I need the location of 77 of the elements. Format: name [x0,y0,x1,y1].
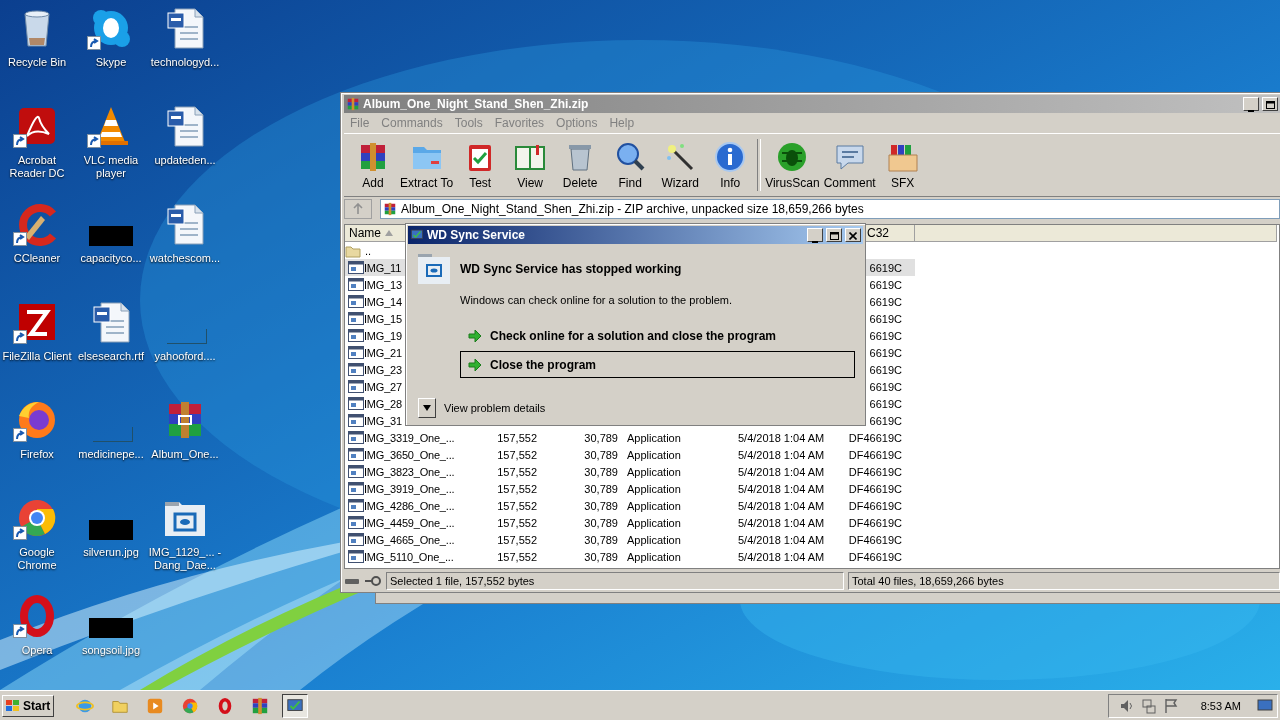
table-cell: 6619C [869,363,902,376]
table-cell: 157,552 [497,499,537,512]
table-cell: DF46619C [848,499,902,512]
status-text: Total 40 files, 18,659,266 bytes [848,571,1280,590]
table-cell: DF46619C [848,482,902,495]
table-cell: 6619C [869,397,902,410]
table-cell: 157,552 [497,533,537,546]
table-cell: DF46619C [848,550,902,563]
table-cell: IMG_4665_One_... [364,533,455,546]
table-cell: 30,789 [584,431,618,444]
table-cell: Application [627,550,681,563]
table-cell: 5/4/2018 1:04 AM [738,550,825,563]
table-cell: DF46619C [848,465,902,478]
table-cell: 5/4/2018 1:04 AM [738,533,825,546]
table-cell: Application [627,533,681,546]
table-cell: IMG_3319_One_... [364,431,455,444]
table-cell: 6619C [869,329,902,342]
table-cell: IMG_3823_One_... [364,465,455,478]
table-cell: Application [627,465,681,478]
table-cell: Application [627,448,681,461]
dialog-heading: WD Sync Service has stopped working [460,262,682,276]
table-cell: IMG_28 [364,397,402,410]
table-cell: IMG_19 [364,329,402,342]
table-cell: IMG_23 [364,363,402,376]
table-cell: DF46619C [848,533,902,546]
table-cell: 30,789 [584,499,618,512]
table-cell: IMG_3650_One_... [364,448,455,461]
table-cell: IMG_11 [364,261,402,274]
table-cell: 30,789 [584,448,618,461]
table-cell: Application [627,431,681,444]
table-cell: IMG_4459_One_... [364,516,455,529]
table-cell: IMG_27 [364,380,402,393]
table-cell: 6619C [869,380,902,393]
table-cell: 30,789 [584,465,618,478]
table-cell: 30,789 [584,550,618,563]
table-cell: 5/4/2018 1:04 AM [738,499,825,512]
table-cell: 6619C [869,346,902,359]
table-cell: 6619C [869,312,902,325]
table-cell: 5/4/2018 1:04 AM [738,516,825,529]
window-title: WD Sync Service [427,228,527,242]
table-cell: 30,789 [584,533,618,546]
table-cell: 6619C [869,261,902,274]
table-cell: Application [627,516,681,529]
path-text: Album_One_Night_Stand_Shen_Zhi.zip - ZIP archive, unpacked size 18,659,266 bytes [401,202,864,216]
clock: 8:53 AM [1200,699,1241,712]
table-cell: 157,552 [497,482,537,495]
table-cell: 157,552 [497,465,537,478]
table-cell: Application [627,482,681,495]
status-text: Selected 1 file, 157,552 bytes [386,571,844,590]
table-cell: IMG_14 [364,295,402,308]
table-cell: 5/4/2018 1:04 AM [738,448,825,461]
table-cell: 5/4/2018 1:04 AM [738,431,825,444]
table-cell: Application [627,499,681,512]
dialog-message: Windows can check online for a solution to the problem. [460,294,734,306]
table-cell: DF46619C [848,431,902,444]
table-cell: .. [365,244,372,257]
table-cell: IMG_13 [364,278,402,291]
table-cell: 157,552 [497,431,537,444]
table-cell: 157,552 [497,550,537,563]
table-cell: 6619C [869,295,902,308]
table-cell: 6619C [869,278,902,291]
table-cell: IMG_31 [364,414,402,427]
table-cell: IMG_21 [364,346,402,359]
window-title: Album_One_Night_Stand_Shen_Zhi.zip [363,97,590,111]
table-cell: IMG_5110_One_... [364,550,454,563]
table-cell: DF46619C [848,448,902,461]
table-cell: 157,552 [497,516,537,529]
table-cell: 6619C [869,414,902,427]
table-cell: 30,789 [584,482,618,495]
table-cell: DF46619C [848,516,902,529]
table-cell: 5/4/2018 1:04 AM [738,482,825,495]
table-cell: 30,789 [584,516,618,529]
table-cell: 157,552 [497,448,537,461]
table-cell: 5/4/2018 1:04 AM [738,465,825,478]
table-cell: IMG_3919_One_... [364,482,455,495]
table-cell: IMG_15 [364,312,402,325]
table-cell: IMG_4286_One_... [364,499,455,512]
